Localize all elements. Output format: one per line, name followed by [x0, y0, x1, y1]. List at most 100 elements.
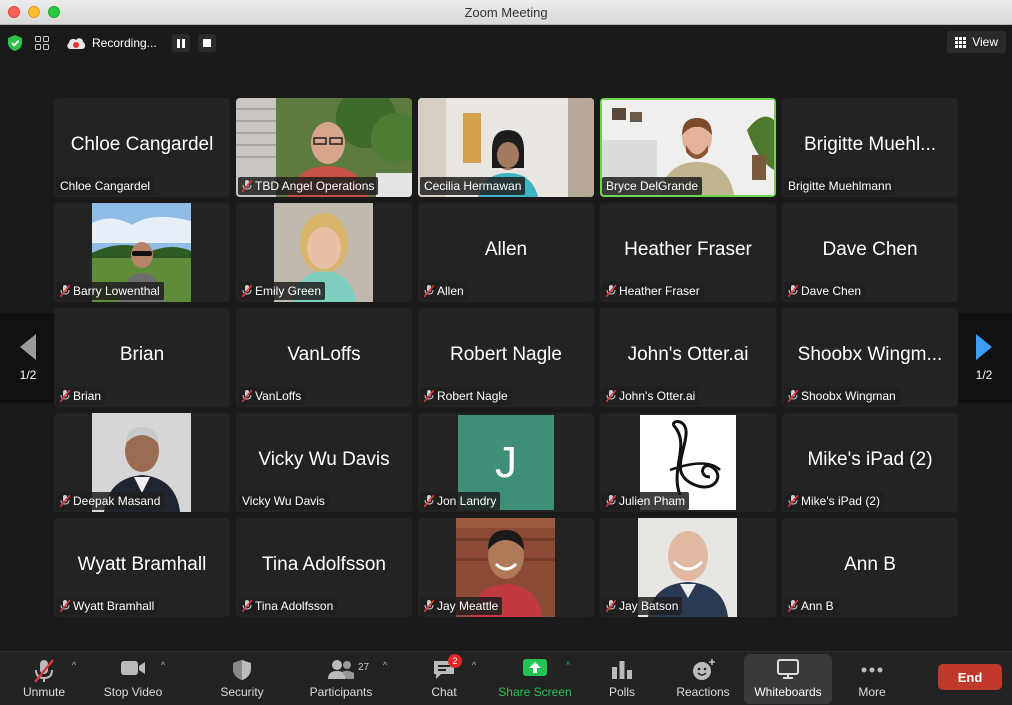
participant-tile[interactable]: Tina Adolfsson Tina Adolfsson [236, 518, 412, 617]
muted-mic-icon [242, 600, 252, 612]
pause-recording-button[interactable] [172, 34, 190, 52]
muted-mic-icon [424, 495, 434, 507]
participant-tile[interactable]: TBD Angel Operations [236, 98, 412, 197]
participant-tile[interactable]: Jay Meattle [418, 518, 594, 617]
muted-mic-icon [242, 180, 252, 192]
participant-display-name: Heather Fraser [624, 239, 752, 260]
end-label: End [957, 669, 983, 685]
muted-mic-icon [60, 390, 70, 402]
participant-name: Tina Adolfsson [255, 599, 334, 613]
stop-recording-button[interactable] [198, 34, 216, 52]
participant-tile[interactable]: Cecilia Hermawan [418, 98, 594, 197]
participant-name-label: TBD Angel Operations [238, 177, 379, 195]
chat-button[interactable]: 2 Chat [418, 652, 470, 705]
participant-name-label: Vicky Wu Davis [238, 492, 329, 510]
muted-mic-icon [242, 390, 252, 402]
participant-tile[interactable]: Wyatt Bramhall Wyatt Bramhall [54, 518, 230, 617]
participant-name-label: Jay Batson [602, 597, 683, 615]
participant-name: Jay Batson [619, 599, 679, 613]
participant-tile[interactable]: VanLoffs VanLoffs [236, 308, 412, 407]
participant-tile[interactable]: Mike's iPad (2) Mike's iPad (2) [782, 413, 958, 512]
participant-tile[interactable]: Brigitte Muehl... Brigitte Muehlmann [782, 98, 958, 197]
participant-tile[interactable]: Ann B Ann B [782, 518, 958, 617]
muted-mic-icon [424, 390, 434, 402]
participant-name-label: Julien Pham [602, 492, 690, 510]
participant-tile[interactable]: Julien Pham [600, 413, 776, 512]
muted-mic-icon [606, 600, 616, 612]
participant-name: Barry Lowenthal [73, 284, 160, 298]
chat-options-caret[interactable]: ^ [472, 660, 476, 670]
participant-display-name: Robert Nagle [450, 344, 562, 365]
participant-name-label: Brigitte Muehlmann [784, 177, 896, 195]
participant-display-name: VanLoffs [287, 344, 361, 365]
participant-name: Wyatt Bramhall [73, 599, 155, 613]
participant-tile[interactable]: Dave Chen Dave Chen [782, 203, 958, 302]
participant-tile[interactable]: Chloe Cangardel Chloe Cangardel [54, 98, 230, 197]
participants-options-caret[interactable]: ^ [383, 660, 387, 670]
stop-video-button[interactable]: Stop Video [98, 652, 168, 705]
minimize-window-button[interactable] [28, 6, 40, 18]
close-window-button[interactable] [8, 6, 20, 18]
more-label: More [858, 685, 886, 699]
participants-count: 27 [358, 662, 370, 673]
participant-display-name: Shoobx Wingm... [797, 344, 943, 365]
muted-mic-icon [788, 285, 798, 297]
participant-display-name: Brigitte Muehl... [804, 134, 936, 155]
participant-tile[interactable]: Jay Batson [600, 518, 776, 617]
video-options-caret[interactable]: ^ [161, 660, 165, 670]
muted-microphone-icon [34, 659, 54, 683]
more-button[interactable]: More [850, 652, 894, 705]
audio-options-caret[interactable]: ^ [72, 660, 76, 670]
participant-name: Dave Chen [801, 284, 862, 298]
participant-name: Ann B [801, 599, 834, 613]
muted-mic-icon [60, 600, 70, 612]
participant-display-name: Dave Chen [822, 239, 918, 260]
participant-tile[interactable]: Brian Brian [54, 308, 230, 407]
participants-button[interactable]: 27 Participants [302, 652, 380, 705]
participant-name-label: Barry Lowenthal [56, 282, 164, 300]
participant-name: Vicky Wu Davis [242, 494, 325, 508]
view-button[interactable]: View [947, 31, 1006, 53]
share-screen-icon [523, 659, 547, 676]
participant-tile[interactable]: Deepak Masand [54, 413, 230, 512]
zoom-window-button[interactable] [48, 6, 60, 18]
participant-tile-active-speaker[interactable]: Bryce DelGrande [600, 98, 776, 197]
participant-name-label: Bryce DelGrande [602, 177, 703, 195]
share-options-caret[interactable]: ^ [566, 660, 570, 670]
participant-tile[interactable]: Barry Lowenthal [54, 203, 230, 302]
security-button[interactable]: Security [212, 652, 272, 705]
whiteboards-button[interactable]: Whiteboards [748, 652, 828, 705]
participant-tile[interactable]: Vicky Wu Davis Vicky Wu Davis [236, 413, 412, 512]
unmute-button[interactable]: Unmute [14, 652, 74, 705]
previous-page-button[interactable]: 1/2 [0, 313, 56, 403]
participant-name-label: Ann B [784, 597, 838, 615]
participant-name: VanLoffs [255, 389, 302, 403]
participant-display-name: Mike's iPad (2) [807, 449, 933, 470]
participant-tile[interactable]: Shoobx Wingm... Shoobx Wingman [782, 308, 958, 407]
participant-tile[interactable]: Robert Nagle Robert Nagle [418, 308, 594, 407]
page-indicator-left: 1/2 [19, 368, 37, 382]
unmute-label: Unmute [22, 685, 66, 699]
participant-name: Cecilia Hermawan [424, 179, 522, 193]
participant-name-label: Heather Fraser [602, 282, 704, 300]
chat-label: Chat [431, 685, 457, 699]
participant-tile[interactable]: J Jon Landry [418, 413, 594, 512]
participant-name-label: Jay Meattle [420, 597, 503, 615]
end-meeting-button[interactable]: End [938, 664, 1002, 690]
participant-tile[interactable]: John's Otter.ai John's Otter.ai [600, 308, 776, 407]
participant-name: Brigitte Muehlmann [788, 179, 892, 193]
meeting-info-grid-icon[interactable] [35, 36, 49, 50]
participant-tile[interactable]: Emily Green [236, 203, 412, 302]
participant-name-label: Mike's iPad (2) [784, 492, 884, 510]
reactions-button[interactable]: Reactions [672, 652, 734, 705]
encryption-shield-icon[interactable] [8, 35, 22, 51]
next-page-button[interactable]: 1/2 [956, 313, 1012, 403]
muted-mic-icon [788, 600, 798, 612]
participant-tile[interactable]: Allen Allen [418, 203, 594, 302]
participant-tile[interactable]: Heather Fraser Heather Fraser [600, 203, 776, 302]
security-shield-icon [233, 660, 251, 680]
polls-button[interactable]: Polls [600, 652, 644, 705]
share-screen-button[interactable]: Share Screen [494, 652, 576, 705]
muted-mic-icon [242, 285, 252, 297]
polls-label: Polls [608, 685, 635, 699]
